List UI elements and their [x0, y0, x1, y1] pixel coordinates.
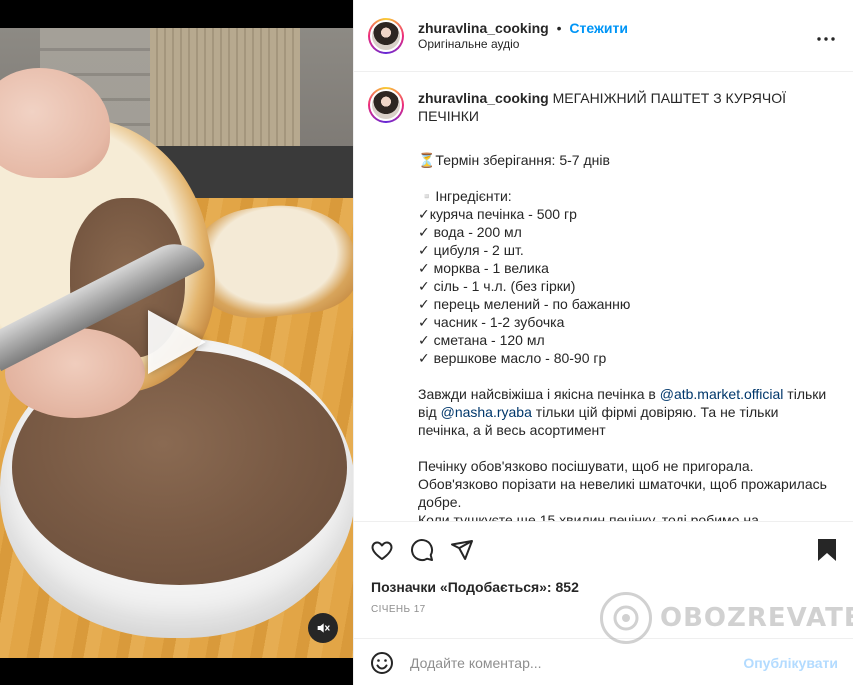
caption-line: Обов'язково порізати на невеликі шматочк…	[418, 476, 827, 510]
caption-line: Печінку обов'язково посішувати, щоб не п…	[418, 458, 754, 474]
post-header: zhuravlina_cooking • Стежити Оригінальне…	[354, 0, 853, 72]
caption-line: ✓ вершкове масло - 80-90 гр	[418, 350, 607, 366]
publish-button[interactable]: Опублікувати	[743, 655, 838, 671]
post-panel: zhuravlina_cooking • Стежити Оригінальне…	[353, 0, 853, 685]
username[interactable]: zhuravlina_cooking	[418, 20, 549, 36]
comment-icon[interactable]	[410, 538, 434, 562]
caption-line: ✓ цибуля - 2 шт.	[418, 242, 524, 258]
caption-body: zhuravlina_cooking МЕГАНІЖНИЙ ПАШТЕТ З К…	[418, 87, 828, 521]
mention-link[interactable]: @nasha.ryaba	[441, 404, 532, 420]
post-date[interactable]: СІЧЕНЬ 17	[371, 604, 426, 615]
emoji-icon[interactable]	[370, 651, 394, 675]
caption-line: ✓ сіль - 1 ч.л. (без гірки)	[418, 278, 576, 294]
caption-line: ⏳Термін зберігання: 5-7 днів	[418, 152, 610, 168]
caption-username[interactable]: zhuravlina_cooking	[418, 90, 549, 106]
caption-avatar[interactable]	[368, 87, 404, 123]
more-dots-icon[interactable]	[817, 28, 835, 44]
send-icon[interactable]	[450, 538, 474, 562]
mention-link[interactable]: @atb.market.official	[660, 386, 784, 402]
caption-line: ✓ вода - 200 мл	[418, 224, 522, 240]
watermark: OBOZREVATEL	[600, 592, 853, 644]
likes-count[interactable]: Позначки «Подобається»: 852	[371, 579, 579, 595]
separator-dot: •	[556, 19, 562, 36]
background-curtain	[150, 28, 300, 148]
caption-text: Завжди найсвіжіша і якісна печінка в	[418, 386, 660, 402]
watermark-logo-icon	[600, 592, 652, 644]
comment-input[interactable]	[410, 654, 744, 671]
caption-lines: ⏳Термін зберігання: 5-7 днів ▫️Інгредієнт…	[418, 151, 828, 385]
caption-line	[418, 439, 828, 457]
caption-line: ✓ морква - 1 велика	[418, 260, 549, 276]
caption-area[interactable]: zhuravlina_cooking МЕГАНІЖНИЙ ПАШТЕТ З К…	[354, 73, 853, 521]
caption-tail-lines: Печінку обов'язково посішувати, щоб не п…	[418, 439, 828, 521]
bookmark-icon[interactable]	[816, 538, 838, 562]
watermark-text: OBOZREVATEL	[660, 603, 853, 633]
avatar[interactable]	[368, 17, 404, 54]
caption-line: ✓куряча печінка - 500 гр	[418, 206, 577, 222]
caption-line: ✓ перець мелений - по бажанню	[418, 296, 631, 312]
caption-line: Коли тушкуєте ще 15 хвилин печінку, тоді…	[418, 512, 759, 521]
audio-label[interactable]: Оригінальне аудіо	[418, 37, 628, 53]
comment-bar: Опублікувати	[354, 638, 853, 685]
caption-line: ✓ часник - 1-2 зубочка	[418, 314, 565, 330]
caption-line: ✓ сметана - 120 мл	[418, 332, 545, 348]
likes-number: 852	[555, 579, 579, 595]
caption-line: ▫️Інгредієнти:	[418, 188, 512, 204]
play-icon[interactable]	[148, 310, 206, 374]
caption-line	[418, 169, 828, 187]
video-pane[interactable]	[0, 0, 353, 685]
caption-paragraph: Завжди найсвіжіша і якісна печінка в @at…	[418, 385, 828, 439]
muted-speaker-icon[interactable]	[308, 613, 338, 643]
caption-line	[418, 367, 828, 385]
likes-label: Позначки «Подобається»:	[371, 579, 552, 595]
heart-icon[interactable]	[370, 538, 394, 562]
follow-button[interactable]: Стежити	[569, 20, 628, 36]
